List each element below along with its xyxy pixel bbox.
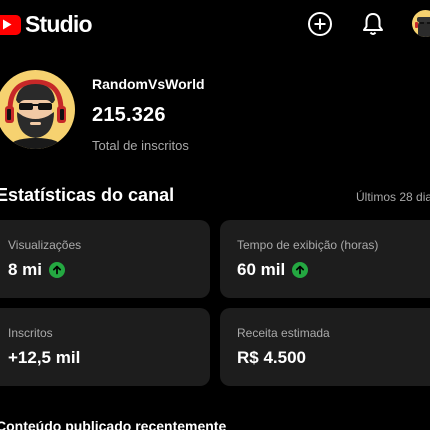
- account-avatar[interactable]: [412, 10, 430, 37]
- stat-label: Visualizações: [8, 238, 82, 252]
- stats-period: Últimos 28 dias: [356, 190, 430, 204]
- stat-value: 8 mi: [8, 260, 43, 279]
- stat-card-subscribers[interactable]: Inscritos +12,5 mil: [0, 308, 210, 386]
- subscriber-count: 215.326: [92, 104, 166, 126]
- stats-section-title: Estatísticas do canal: [0, 185, 175, 205]
- stat-value-row: 8 mi: [8, 260, 66, 280]
- create-icon[interactable]: [307, 11, 333, 37]
- stat-label: Tempo de exibição (horas): [237, 238, 379, 252]
- studio-dashboard: Studio RandomVsWorld 215.326 Total de in…: [0, 0, 430, 430]
- stat-label: Inscritos: [8, 326, 53, 340]
- studio-logo[interactable]: Studio: [0, 11, 93, 38]
- stat-card-watch-time[interactable]: Tempo de exibição (horas) 60 mil: [220, 220, 430, 298]
- stat-value: +12,5 mil: [8, 348, 81, 367]
- trend-up-icon: [49, 262, 66, 278]
- stat-card-views[interactable]: Visualizações 8 mi: [0, 220, 210, 298]
- stat-value: 60 mil: [237, 260, 286, 279]
- top-bar: Studio: [0, 0, 430, 48]
- trend-up-icon: [292, 262, 309, 278]
- recent-content-title: Conteúdo publicado recentemente: [0, 418, 227, 430]
- logo-text: Studio: [25, 11, 93, 37]
- youtube-play-icon: [0, 14, 21, 35]
- stat-label: Receita estimada: [237, 326, 330, 340]
- notifications-bell-icon[interactable]: [360, 11, 386, 37]
- stat-value-row: 60 mil: [237, 260, 309, 280]
- channel-avatar[interactable]: [0, 70, 75, 149]
- stat-card-revenue[interactable]: Receita estimada R$ 4.500: [220, 308, 430, 386]
- stat-value: R$ 4.500: [237, 348, 306, 367]
- channel-name: RandomVsWorld: [92, 76, 205, 92]
- subscriber-label: Total de inscritos: [92, 138, 189, 153]
